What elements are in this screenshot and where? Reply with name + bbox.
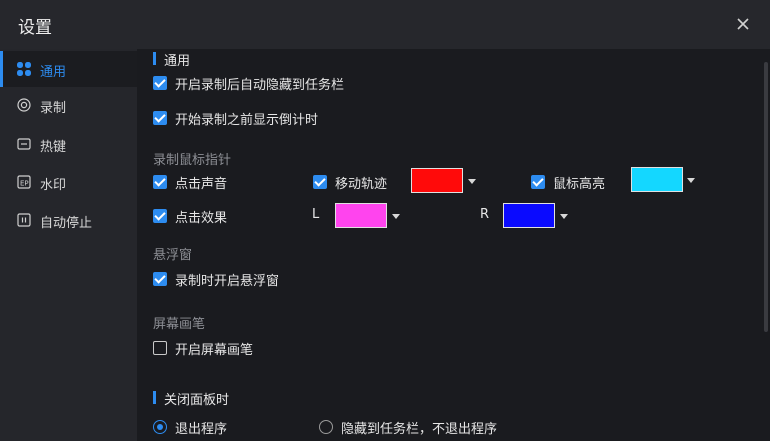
highlight-checkbox[interactable] <box>531 175 545 189</box>
auto-hide-checkbox[interactable] <box>153 76 167 90</box>
move-track-color-swatch[interactable] <box>411 168 463 193</box>
countdown-checkbox[interactable] <box>153 111 167 125</box>
section-marker <box>153 52 156 65</box>
highlight-color-swatch[interactable] <box>631 167 683 192</box>
move-track-color-dropdown-icon[interactable] <box>468 179 476 184</box>
sidebar-item-label: 录制 <box>40 101 67 116</box>
group-title-pen: 屏幕画笔 <box>153 317 206 332</box>
section-marker <box>153 391 156 404</box>
highlight-label: 鼠标高亮 <box>553 177 606 192</box>
move-track-checkbox[interactable] <box>313 175 327 189</box>
svg-text:EP: EP <box>20 180 29 188</box>
active-indicator <box>0 51 3 87</box>
sidebar-item-record[interactable]: 录制 <box>0 87 137 123</box>
left-click-label: L <box>312 207 320 222</box>
sidebar-item-label: 通用 <box>40 65 67 80</box>
sidebar-item-label: 水印 <box>40 178 67 193</box>
record-icon <box>17 98 31 112</box>
auto-hide-label: 开启录制后自动隐藏到任务栏 <box>175 78 345 93</box>
right-click-label: R <box>480 207 490 222</box>
click-sound-label: 点击声音 <box>175 177 228 192</box>
click-effect-label: 点击效果 <box>175 211 228 226</box>
right-click-color-swatch[interactable] <box>503 203 555 228</box>
countdown-label: 开始录制之前显示倒计时 <box>175 113 319 128</box>
floating-window-checkbox[interactable] <box>153 272 167 286</box>
exit-program-label: 退出程序 <box>175 422 228 437</box>
section-title-general: 通用 <box>164 54 191 69</box>
right-click-color-dropdown-icon[interactable] <box>560 214 568 219</box>
scrollbar-thumb[interactable] <box>764 62 768 332</box>
hide-to-taskbar-radio[interactable] <box>319 420 333 434</box>
hide-to-taskbar-label: 隐藏到任务栏，不退出程序 <box>341 422 498 437</box>
section-title-close-panel: 关闭面板时 <box>164 393 230 408</box>
floating-window-label: 录制时开启悬浮窗 <box>175 274 280 289</box>
close-icon[interactable] <box>734 15 752 33</box>
sidebar: 通用 录制 热键 EP 水印 自动停止 <box>0 49 137 441</box>
sidebar-item-watermark[interactable]: EP 水印 <box>0 164 137 200</box>
group-title-cursor: 录制鼠标指针 <box>153 153 232 168</box>
sidebar-item-hotkey[interactable]: 热键 <box>0 126 137 162</box>
group-title-floating: 悬浮窗 <box>153 248 193 263</box>
left-click-color-swatch[interactable] <box>335 203 387 228</box>
exit-program-radio[interactable] <box>153 420 167 434</box>
title-bar: 设置 <box>0 0 770 49</box>
sidebar-item-auto-stop[interactable]: 自动停止 <box>0 202 137 238</box>
screen-pen-label: 开启屏幕画笔 <box>175 343 254 358</box>
watermark-icon: EP <box>17 175 31 189</box>
move-track-label: 移动轨迹 <box>335 177 388 192</box>
screen-pen-checkbox[interactable] <box>153 341 167 355</box>
sidebar-item-label: 热键 <box>40 140 67 155</box>
hotkey-icon <box>17 138 31 150</box>
click-effect-checkbox[interactable] <box>153 209 167 223</box>
left-click-color-dropdown-icon[interactable] <box>392 214 400 219</box>
highlight-color-dropdown-icon[interactable] <box>687 178 695 183</box>
sidebar-item-label: 自动停止 <box>40 216 93 231</box>
window-title: 设置 <box>18 18 52 38</box>
grid-icon <box>17 62 31 76</box>
click-sound-checkbox[interactable] <box>153 175 167 189</box>
sidebar-item-general[interactable]: 通用 <box>0 51 137 87</box>
auto-stop-icon <box>17 213 31 227</box>
